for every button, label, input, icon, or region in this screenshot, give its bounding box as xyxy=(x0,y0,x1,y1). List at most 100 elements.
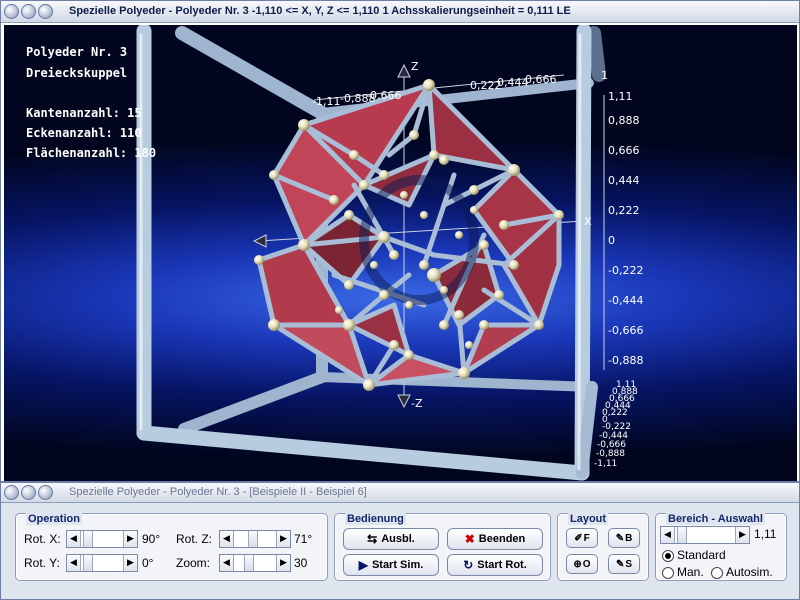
control-menu-button[interactable] xyxy=(4,485,19,500)
man-label: Man. xyxy=(677,565,704,579)
main-title-bar[interactable]: Spezielle Polyeder - Polyeder Nr. 3 -1,1… xyxy=(1,1,799,23)
right-tick-8: -0,666 xyxy=(608,324,643,337)
fill-icon: ✎ xyxy=(615,532,625,544)
layout-f-button[interactable]: ✐ F xyxy=(566,528,598,548)
top-tick-0: -1,11 xyxy=(312,95,340,108)
crosshair-icon: ⊕ xyxy=(573,558,582,570)
window-menu-button[interactable] xyxy=(4,4,19,19)
rot-z-thumb[interactable] xyxy=(248,531,258,547)
right-tick-0: 1,11 xyxy=(608,90,633,103)
polyhedron-name: Dreieckskuppel xyxy=(26,66,128,80)
layout-panel: Layout ✐ F ✎ B ⊕ O ✎ S xyxy=(557,513,649,581)
rot-x-left-arrow[interactable]: ◀ xyxy=(67,531,81,547)
edge-count: Kantenanzahl: 15 xyxy=(26,106,142,120)
bedienung-title: Bedienung xyxy=(345,513,406,525)
zoom-value: 30 xyxy=(294,556,308,570)
rot-z-value: 71° xyxy=(294,532,313,546)
right-tick-3: 0,444 xyxy=(608,174,640,187)
standard-radio[interactable] xyxy=(662,550,674,562)
zoom-right-arrow[interactable]: ▶ xyxy=(276,555,290,571)
3d-viewport[interactable]: Z -Z X -1,11 -0,888 -0,666 0,222 0,444 0… xyxy=(4,25,797,481)
control-window: Spezielle Polyeder - Polyeder Nr. 3 - [B… xyxy=(0,482,800,600)
close-icon: ✖ xyxy=(464,532,475,546)
z-axis-label: Z xyxy=(411,60,419,73)
right-tick-5: 0 xyxy=(608,234,615,247)
corner-count: Eckenanzahl: 110 xyxy=(26,126,142,140)
control-title-bar[interactable]: Spezielle Polyeder - Polyeder Nr. 3 - [B… xyxy=(1,483,799,503)
play-icon: ▶ xyxy=(358,558,368,572)
rot-x-slider[interactable]: ◀ ▶ xyxy=(66,530,138,548)
man-radio[interactable] xyxy=(662,567,674,579)
x-axis-label: X xyxy=(584,215,592,228)
operation-panel: Operation Rot. X: ◀ ▶ 90° Rot. Y: ◀ ▶ 0°… xyxy=(15,513,328,581)
layout-b-button[interactable]: ✎ B xyxy=(608,528,640,548)
right-tick-2: 0,666 xyxy=(608,144,640,157)
polyhedron xyxy=(254,79,564,391)
right-tick-7: -0,444 xyxy=(608,294,643,307)
face-count: Flächenanzahl: 180 xyxy=(26,146,157,160)
control-window-controls xyxy=(4,485,53,500)
main-window-title: Spezielle Polyeder - Polyeder Nr. 3 -1,1… xyxy=(69,5,571,17)
rot-z-label: Rot. Z: xyxy=(176,532,213,546)
bereich-panel: Bereich - Auswahl ◀ ▶ 1,11 Standard Man.… xyxy=(655,513,787,581)
layout-o-button[interactable]: ⊕ O xyxy=(566,554,598,574)
neg-z-axis-label: -Z xyxy=(411,397,423,410)
svg-text:-1,11: -1,11 xyxy=(594,459,617,469)
svg-text:-0,888: -0,888 xyxy=(596,449,625,459)
polyhedron-scene: Z -Z X -1,11 -0,888 -0,666 0,222 0,444 0… xyxy=(136,25,643,481)
start-rot-button[interactable]: ↻ Start Rot. xyxy=(447,554,543,576)
top-tick-6: 1 xyxy=(601,69,608,82)
control-minimize-button[interactable] xyxy=(21,485,36,500)
bereich-thumb[interactable] xyxy=(677,527,687,543)
window-controls xyxy=(4,4,53,19)
brush-icon: ✐ xyxy=(574,532,583,544)
top-tick-4: 0,444 xyxy=(497,76,529,89)
start-sim-button[interactable]: ▶ Start Sim. xyxy=(343,554,439,576)
bereich-slider[interactable]: ◀ ▶ xyxy=(660,526,750,544)
right-tick-9: -0,888 xyxy=(608,354,643,367)
rot-y-right-arrow[interactable]: ▶ xyxy=(123,555,137,571)
paint-icon: ✎ xyxy=(615,558,625,570)
zoom-left-arrow[interactable]: ◀ xyxy=(220,555,234,571)
rot-z-slider[interactable]: ◀ ▶ xyxy=(219,530,291,548)
rot-y-slider[interactable]: ◀ ▶ xyxy=(66,554,138,572)
rot-x-value: 90° xyxy=(142,532,161,546)
corner-tick-cluster: 1,11 0,888 0,666 0,444 0,222 0 -0,222 -0… xyxy=(594,380,638,469)
hide-icon: ⇆ xyxy=(367,532,378,546)
rot-x-right-arrow[interactable]: ▶ xyxy=(123,531,137,547)
bedienung-panel: Bedienung ⇆ Ausbl. ✖ Beenden ▶ Start Sim… xyxy=(334,513,551,581)
operation-title: Operation xyxy=(26,513,82,525)
minimize-button[interactable] xyxy=(21,4,36,19)
rot-y-thumb[interactable] xyxy=(83,555,93,571)
control-maximize-button[interactable] xyxy=(38,485,53,500)
rot-x-label: Rot. X: xyxy=(24,532,61,546)
maximize-button[interactable] xyxy=(38,4,53,19)
standard-label: Standard xyxy=(677,548,726,562)
rot-z-left-arrow[interactable]: ◀ xyxy=(220,531,234,547)
ausbl-button[interactable]: ⇆ Ausbl. xyxy=(343,528,439,550)
layout-title: Layout xyxy=(568,513,609,525)
right-tick-1: 0,888 xyxy=(608,114,640,127)
rotate-icon: ↻ xyxy=(463,558,474,572)
rot-y-label: Rot. Y: xyxy=(24,556,60,570)
autosim-label: Autosim. xyxy=(726,565,773,579)
polyhedron-number: Polyeder Nr. 3 xyxy=(26,45,128,59)
bereich-left-arrow[interactable]: ◀ xyxy=(661,527,675,543)
top-tick-5: 0,666 xyxy=(525,73,557,86)
bereich-title: Bereich - Auswahl xyxy=(666,513,765,525)
rot-y-value: 0° xyxy=(142,556,154,570)
zoom-label: Zoom: xyxy=(176,556,211,570)
right-tick-6: -0,222 xyxy=(608,264,643,277)
beenden-button[interactable]: ✖ Beenden xyxy=(447,528,543,550)
zoom-thumb[interactable] xyxy=(244,555,254,571)
rot-x-thumb[interactable] xyxy=(83,531,93,547)
rot-z-right-arrow[interactable]: ▶ xyxy=(276,531,290,547)
main-window: Spezielle Polyeder - Polyeder Nr. 3 -1,1… xyxy=(0,0,800,482)
zoom-slider[interactable]: ◀ ▶ xyxy=(219,554,291,572)
autosim-radio[interactable] xyxy=(711,567,723,579)
layout-s-button[interactable]: ✎ S xyxy=(608,554,640,574)
bereich-right-arrow[interactable]: ▶ xyxy=(735,527,749,543)
top-tick-2: -0,666 xyxy=(366,89,401,102)
right-tick-4: 0,222 xyxy=(608,204,640,217)
rot-y-left-arrow[interactable]: ◀ xyxy=(67,555,81,571)
